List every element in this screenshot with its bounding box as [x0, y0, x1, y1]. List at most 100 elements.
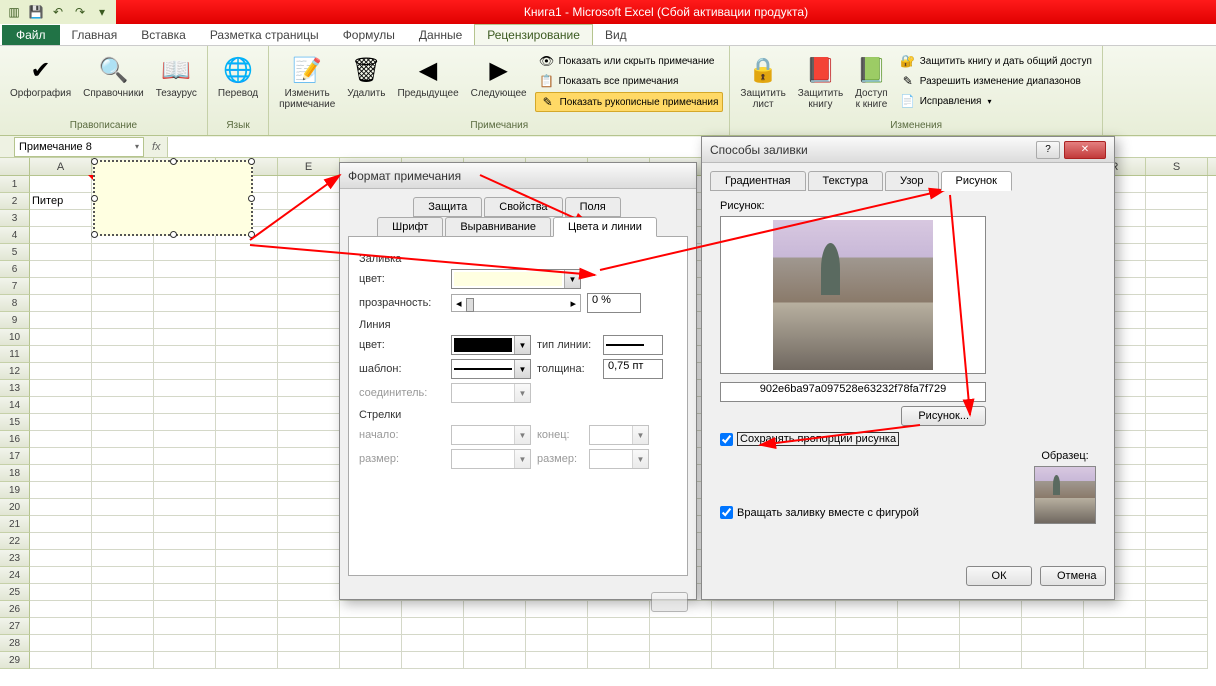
cell[interactable] [154, 329, 216, 346]
cell[interactable] [278, 295, 340, 312]
cell[interactable] [650, 652, 712, 669]
comment-box[interactable] [93, 160, 253, 236]
prev-comment-button[interactable]: ◀Предыдущее [393, 52, 462, 101]
cell[interactable] [30, 618, 92, 635]
cell[interactable] [216, 346, 278, 363]
cell[interactable] [340, 652, 402, 669]
cell[interactable] [30, 414, 92, 431]
row-header[interactable]: 11 [0, 346, 30, 363]
cell[interactable] [30, 244, 92, 261]
cell[interactable] [960, 618, 1022, 635]
cell[interactable] [1146, 312, 1208, 329]
cell[interactable] [154, 448, 216, 465]
cell[interactable] [898, 635, 960, 652]
resize-handle[interactable] [248, 158, 255, 165]
cell[interactable] [216, 329, 278, 346]
cell[interactable] [278, 227, 340, 244]
cell[interactable] [92, 414, 154, 431]
cell[interactable] [92, 482, 154, 499]
cell[interactable] [92, 312, 154, 329]
cell[interactable] [216, 499, 278, 516]
cell[interactable] [92, 567, 154, 584]
cell[interactable] [30, 295, 92, 312]
cell[interactable] [1146, 210, 1208, 227]
cell[interactable] [402, 652, 464, 669]
row-header[interactable]: 29 [0, 652, 30, 669]
row-header[interactable]: 25 [0, 584, 30, 601]
tab-view[interactable]: Вид [593, 25, 639, 45]
cell[interactable] [92, 397, 154, 414]
resize-handle[interactable] [248, 231, 255, 238]
cell[interactable] [154, 465, 216, 482]
cell[interactable] [278, 635, 340, 652]
row-header[interactable]: 8 [0, 295, 30, 312]
keep-ratio-checkbox[interactable] [720, 433, 733, 446]
resize-handle[interactable] [170, 231, 177, 238]
resize-handle[interactable] [248, 195, 255, 202]
cell[interactable] [836, 601, 898, 618]
cell[interactable] [774, 601, 836, 618]
cell[interactable] [30, 482, 92, 499]
cell[interactable] [216, 448, 278, 465]
cell[interactable] [154, 567, 216, 584]
cell[interactable] [30, 516, 92, 533]
protect-sheet-button[interactable]: 🔒Защитить лист [736, 52, 789, 112]
cell[interactable] [92, 261, 154, 278]
cell[interactable] [30, 652, 92, 669]
line-color-dropdown[interactable]: ▼ [451, 335, 531, 355]
cell[interactable] [278, 193, 340, 210]
cell[interactable] [216, 380, 278, 397]
tab-data[interactable]: Данные [407, 25, 474, 45]
cell[interactable] [278, 601, 340, 618]
share-book-button[interactable]: 📗Доступ к книге [851, 52, 892, 112]
show-ink-button[interactable]: ✎Показать рукописные примечания [535, 92, 724, 112]
cell[interactable] [774, 618, 836, 635]
row-header[interactable]: 27 [0, 618, 30, 635]
cell[interactable] [216, 431, 278, 448]
next-comment-button[interactable]: ▶Следующее [467, 52, 531, 101]
cell[interactable] [1146, 295, 1208, 312]
line-type-dropdown[interactable] [603, 335, 663, 355]
row-header[interactable]: 12 [0, 363, 30, 380]
cell[interactable] [30, 584, 92, 601]
line-weight-value[interactable]: 0,75 пт [603, 359, 663, 379]
cell[interactable] [1084, 601, 1146, 618]
dialog-titlebar[interactable]: Способы заливки ? ✕ [702, 137, 1114, 163]
cell[interactable] [154, 533, 216, 550]
cell[interactable] [1146, 414, 1208, 431]
cell[interactable] [92, 618, 154, 635]
cell[interactable] [216, 397, 278, 414]
cell[interactable] [588, 618, 650, 635]
cell[interactable] [1146, 329, 1208, 346]
cell[interactable] [154, 516, 216, 533]
cell[interactable] [92, 295, 154, 312]
cell[interactable] [30, 176, 92, 193]
row-header[interactable]: 15 [0, 414, 30, 431]
cell[interactable] [1146, 499, 1208, 516]
protect-share-button[interactable]: 🔐Защитить книгу и дать общий доступ [896, 52, 1096, 70]
row-header[interactable]: 1 [0, 176, 30, 193]
cell[interactable] [1146, 635, 1208, 652]
cell[interactable] [92, 346, 154, 363]
cell[interactable] [154, 278, 216, 295]
cell[interactable] [278, 431, 340, 448]
cell[interactable] [278, 516, 340, 533]
excel-icon[interactable]: ▥ [4, 2, 24, 22]
thesaurus-button[interactable]: 📖Тезаурус [152, 52, 201, 101]
cell[interactable] [1146, 448, 1208, 465]
cell[interactable] [898, 652, 960, 669]
cell[interactable] [216, 414, 278, 431]
cell[interactable] [278, 346, 340, 363]
cell[interactable] [92, 380, 154, 397]
cell[interactable] [278, 499, 340, 516]
tab-insert[interactable]: Вставка [129, 25, 198, 45]
cell[interactable] [92, 601, 154, 618]
cell[interactable] [1146, 567, 1208, 584]
tab-picture[interactable]: Рисунок [941, 171, 1013, 191]
cell[interactable] [836, 635, 898, 652]
cell[interactable] [154, 414, 216, 431]
cell[interactable] [1084, 635, 1146, 652]
cell[interactable] [774, 635, 836, 652]
tab-props[interactable]: Свойства [484, 197, 562, 217]
cell[interactable] [278, 567, 340, 584]
